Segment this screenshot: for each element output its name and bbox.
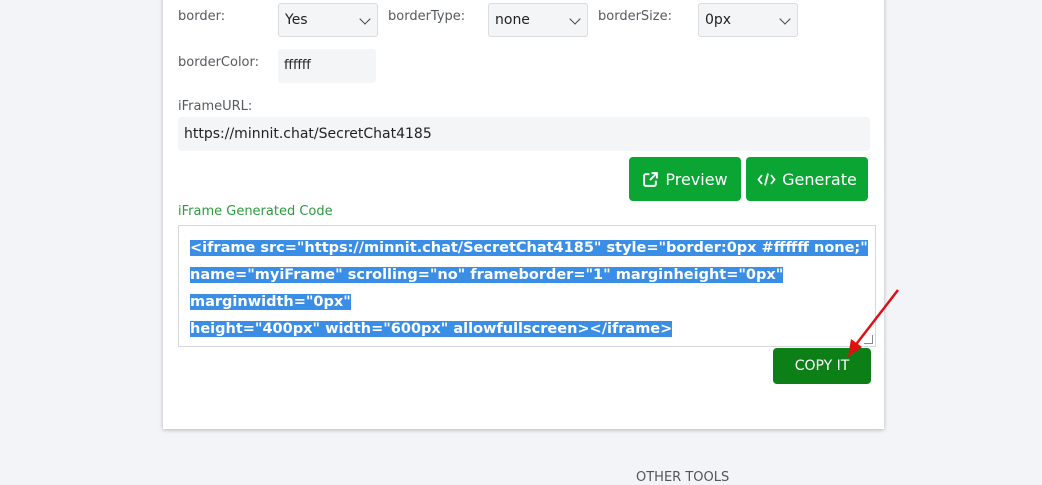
border-select-value: Yes <box>285 12 308 28</box>
border-color-input[interactable]: ffffff <box>278 49 376 83</box>
border-select[interactable]: Yes <box>278 3 378 37</box>
code-line-1: <iframe src="https://minnit.chat/SecretC… <box>190 240 868 256</box>
iframe-url-input[interactable]: https://minnit.chat/SecretChat4185 <box>178 117 870 151</box>
chevron-down-icon <box>569 13 581 25</box>
external-link-icon <box>643 171 659 187</box>
border-size-select[interactable]: 0px <box>698 3 798 37</box>
code-line-2: name="myiFrame" scrolling="no" framebord… <box>190 267 784 310</box>
border-type-label: borderType: <box>388 9 466 24</box>
red-arrow-icon <box>848 289 899 357</box>
border-type-select[interactable]: none <box>488 3 588 37</box>
chevron-down-icon <box>779 13 791 25</box>
generated-code-textarea[interactable]: <iframe src="https://minnit.chat/SecretC… <box>178 225 876 347</box>
chevron-down-icon <box>359 13 371 25</box>
code-icon <box>757 172 776 186</box>
border-type-select-value: none <box>495 12 530 28</box>
preview-button-label: Preview <box>665 169 728 189</box>
iframe-url-label: iFrameURL: <box>178 99 253 114</box>
code-line-3: height="400px" width="600px" allowfullsc… <box>190 321 673 337</box>
border-label: border: <box>178 9 226 24</box>
generate-button[interactable]: Generate <box>746 157 868 201</box>
generated-code-label: iFrame Generated Code <box>178 204 333 219</box>
border-size-label: borderSize: <box>598 9 672 24</box>
generated-code-text: <iframe src="https://minnit.chat/SecretC… <box>190 235 874 343</box>
preview-button[interactable]: Preview <box>629 157 741 201</box>
generate-button-label: Generate <box>782 169 857 189</box>
border-color-label: borderColor: <box>178 55 260 70</box>
border-size-select-value: 0px <box>705 12 732 28</box>
